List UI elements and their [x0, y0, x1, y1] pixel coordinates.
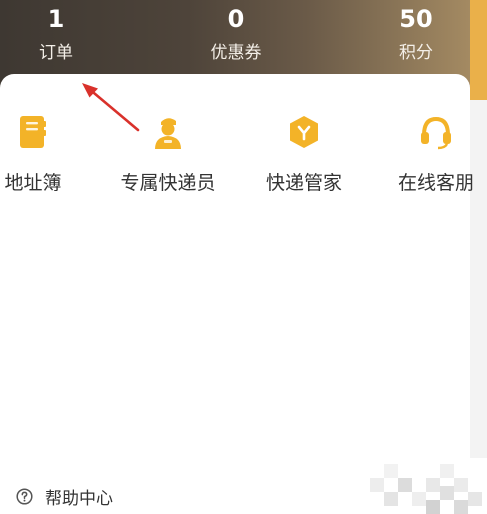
coupons-label: 优惠券 [210, 43, 262, 63]
exclusive-courier-button[interactable]: 专属快递员 [103, 114, 233, 196]
coupons-stat[interactable]: 0 优惠券 [191, 4, 281, 64]
courier-icon [155, 118, 181, 149]
address-book-button[interactable]: 地址簿 [0, 114, 98, 196]
orders-count: 1 [47, 5, 65, 33]
delivery-steward-label: 快递管家 [265, 172, 342, 194]
pixelated-watermark [362, 458, 487, 514]
exclusive-courier-label: 专属快递员 [120, 172, 216, 194]
box-icon [290, 116, 318, 148]
points-label: 积分 [399, 43, 433, 63]
headset-icon [421, 116, 451, 150]
coupons-count: 0 [227, 5, 245, 33]
online-support-label: 在线客朋 [397, 172, 474, 194]
orders-stat[interactable]: 1 订单 [11, 4, 101, 64]
online-support-button[interactable]: 在线客朋 [371, 114, 487, 196]
help-center-link[interactable]: 帮助中心 [16, 482, 113, 510]
question-circle-icon [16, 487, 33, 505]
side-strip [470, 0, 487, 100]
points-count: 50 [399, 5, 433, 33]
points-stat[interactable]: 50 积分 [371, 4, 461, 64]
services-card: 地址簿 专属快递员 快递管家 在线客朋 [0, 74, 474, 514]
address-book-label: 地址簿 [4, 172, 62, 194]
help-center-label: 帮助中心 [45, 488, 113, 509]
delivery-steward-button[interactable]: 快递管家 [239, 114, 369, 196]
address-book-icon [20, 116, 46, 148]
app-screen: 1 订单 0 优惠券 50 积分 地址簿 专属快递员 快递管家 在线客朋 帮助中… [0, 0, 487, 514]
orders-label: 订单 [39, 43, 73, 63]
